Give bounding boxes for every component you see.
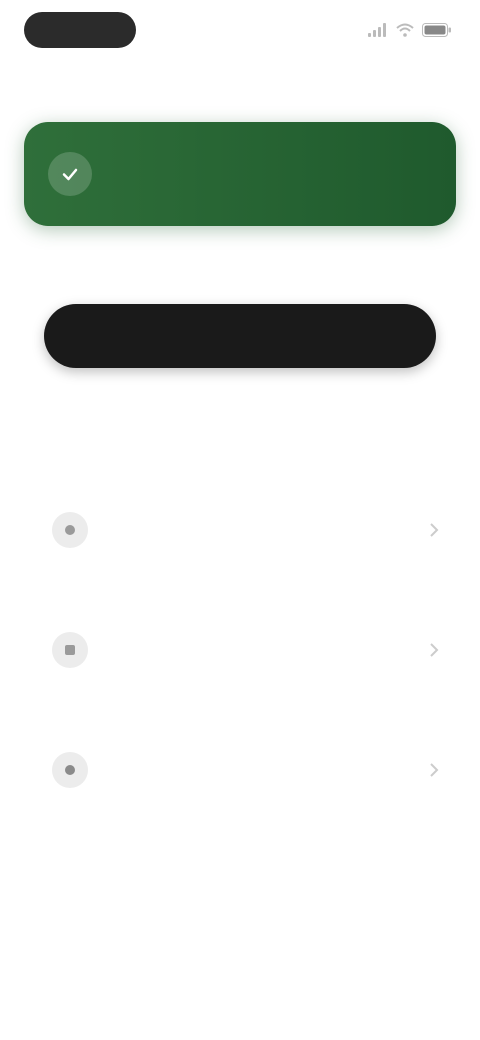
list-item-text (118, 526, 424, 534)
status-bar (0, 0, 480, 60)
list-item-text (118, 646, 424, 654)
chevron-right-icon (424, 760, 444, 780)
chevron-right-icon (424, 520, 444, 540)
item-icon (52, 512, 88, 548)
status-banner[interactable] (24, 122, 456, 226)
battery-icon (422, 23, 452, 37)
options-list (0, 470, 480, 830)
item-icon (52, 752, 88, 788)
primary-action-button[interactable] (44, 304, 436, 368)
app-screen (0, 0, 480, 1040)
status-time (24, 12, 136, 48)
header-row (32, 82, 448, 106)
list-item[interactable] (0, 590, 480, 710)
list-item[interactable] (0, 710, 480, 830)
chevron-right-icon (424, 640, 444, 660)
signal-icon (368, 23, 388, 37)
secondary-link[interactable] (140, 390, 340, 414)
list-item-text (118, 766, 424, 774)
wifi-icon (396, 23, 414, 37)
status-icons (368, 18, 452, 42)
check-icon (48, 152, 92, 196)
item-icon (52, 632, 88, 668)
list-item[interactable] (0, 470, 480, 590)
